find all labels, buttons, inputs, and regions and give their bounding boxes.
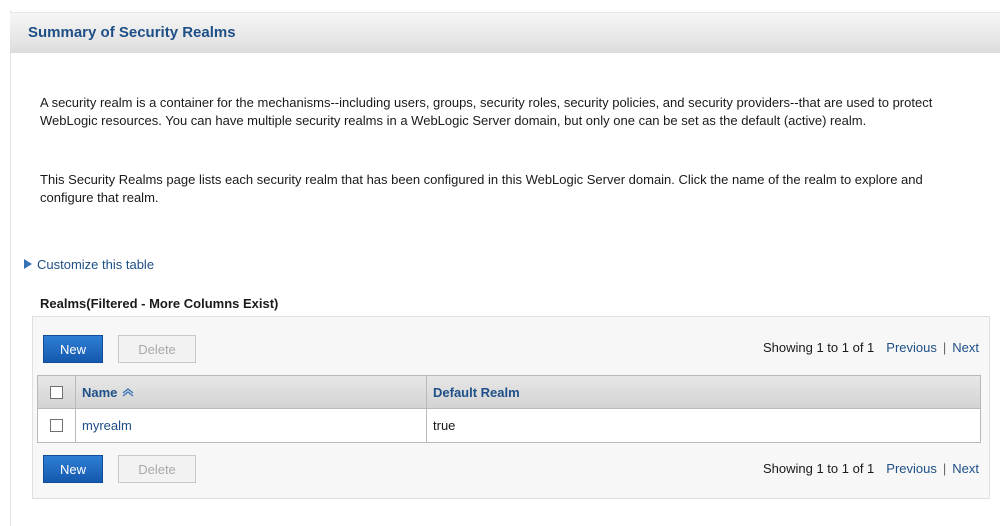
page-title: Summary of Security Realms	[28, 24, 236, 41]
column-header-default-realm-label[interactable]: Default Realm	[433, 385, 520, 400]
pagination-count-bottom: Showing 1 to 1 of 1	[762, 461, 875, 476]
default-realm-value: true	[433, 418, 456, 433]
row-select-cell	[38, 409, 76, 442]
sort-ascending-icon[interactable]	[121, 387, 135, 397]
pagination-separator-bottom: |	[942, 461, 947, 476]
default-realm-cell: true	[427, 409, 980, 442]
realms-table: Name Default Realm myrealm true	[37, 375, 981, 443]
delete-button[interactable]: Delete	[118, 335, 196, 363]
page-header: Summary of Security Realms	[10, 12, 1000, 53]
realms-table-panel: New Delete Showing 1 to 1 of 1 Previous …	[32, 316, 990, 499]
pagination-separator: |	[942, 340, 947, 355]
realm-name-cell: myrealm	[76, 409, 427, 442]
row-checkbox[interactable]	[50, 419, 63, 432]
pagination-bottom: Showing 1 to 1 of 1 Previous | Next	[763, 461, 979, 476]
new-button[interactable]: New	[43, 335, 103, 363]
column-header-default-realm[interactable]: Default Realm	[427, 376, 980, 408]
delete-button-bottom[interactable]: Delete	[118, 455, 196, 483]
pagination-count: Showing 1 to 1 of 1	[762, 340, 875, 355]
new-button-bottom[interactable]: New	[43, 455, 103, 483]
select-all-checkbox[interactable]	[50, 385, 63, 399]
column-header-name[interactable]: Name	[76, 376, 427, 408]
previous-link[interactable]: Previous	[886, 340, 937, 355]
customize-table-link[interactable]: Customize this table	[24, 256, 154, 272]
next-link-bottom[interactable]: Next	[952, 461, 979, 476]
table-header-row: Name Default Realm	[38, 376, 980, 409]
next-link[interactable]: Next	[952, 340, 979, 355]
table-row: myrealm true	[38, 409, 980, 442]
previous-link-bottom[interactable]: Previous	[886, 461, 937, 476]
pagination-top: Showing 1 to 1 of 1 Previous | Next	[763, 340, 979, 355]
table-caption: Realms(Filtered - More Columns Exist)	[40, 296, 279, 311]
expand-triangle-icon	[24, 259, 32, 269]
customize-table-label: Customize this table	[37, 256, 155, 272]
select-all-cell	[38, 376, 76, 408]
description-paragraph-1: A security realm is a container for the …	[40, 95, 933, 128]
realm-name-link[interactable]: myrealm	[82, 418, 132, 433]
column-header-name-label[interactable]: Name	[82, 385, 117, 400]
description-paragraph-2: This Security Realms page lists each sec…	[40, 172, 923, 205]
